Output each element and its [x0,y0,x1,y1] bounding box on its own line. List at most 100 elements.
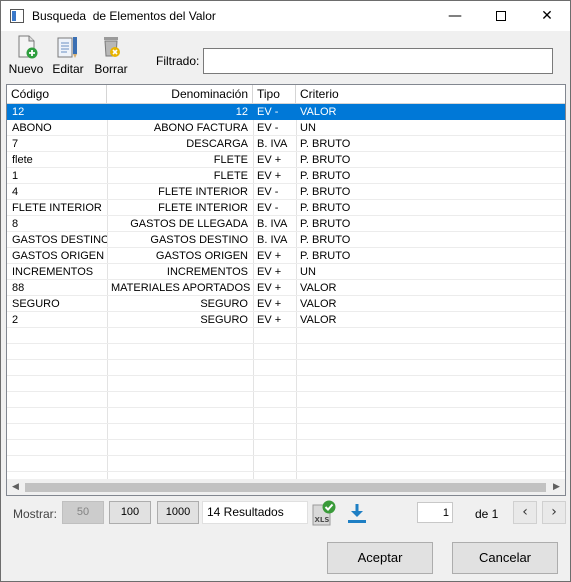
edit-button[interactable]: Editar [50,34,86,76]
page-size-100-button[interactable]: 100 [109,501,151,524]
results-count: 14 Resultados [202,501,308,524]
cell-tipo: B. IVA [257,218,288,230]
table-row[interactable]: 88 MATERIALES APORTADOS EV + VALOR [7,280,565,296]
cell-codigo: GASTOS DESTINO [12,234,107,246]
edit-icon [50,34,86,60]
scrollbar-thumb[interactable] [25,483,546,492]
cell-tipo: EV + [257,170,282,182]
grid-line [7,455,565,456]
accept-button[interactable]: Aceptar [327,542,433,574]
cell-tipo: EV + [257,154,282,166]
cell-denominacion: FLETE [213,170,248,182]
table-row[interactable]: 7 DESCARGA B. IVA P. BRUTO [7,136,565,152]
total-pages-label: de 1 [475,507,499,521]
filter-label: Filtrado: [156,54,200,68]
export-excel-button[interactable]: XLS [311,499,339,526]
cell-criterio: P. BRUTO [300,186,351,198]
column-header-codigo[interactable]: Código [7,85,107,104]
cell-criterio: P. BRUTO [300,170,351,182]
cell-tipo: EV + [257,266,282,278]
new-button[interactable]: Nuevo [6,34,46,76]
table-row[interactable]: FLETE INTERIOR FLETE INTERIOR EV - P. BRUTO [7,200,565,216]
table-row[interactable]: ABONO ABONO FACTURA EV - UN [7,120,565,136]
cell-codigo: ABONO [12,122,52,134]
current-page-input[interactable] [417,502,453,523]
cell-codigo: GASTOS ORIGEN [12,250,105,262]
close-icon: ✕ [541,8,553,24]
maximize-icon [496,11,506,21]
cell-criterio: P. BRUTO [300,154,351,166]
title-bar[interactable]: Busqueda de Elementos del Valor — ✕ [1,1,570,31]
next-page-button[interactable]: › [542,501,566,524]
grid-line [7,391,565,392]
cell-criterio: P. BRUTO [300,138,351,150]
cancel-button[interactable]: Cancelar [452,542,558,574]
page-size-1000-button[interactable]: 1000 [157,501,199,524]
column-header-tipo[interactable]: Tipo [253,85,296,104]
cell-codigo: 12 [12,106,25,118]
cell-denominacion: SEGURO [200,314,248,326]
grid-line [7,407,565,408]
cell-denominacion: INCREMENTOS [166,266,248,278]
column-header-criterio[interactable]: Criterio [296,85,565,104]
grid-line [7,423,565,424]
cell-denominacion: GASTOS DE LLEGADA [130,218,248,230]
cell-codigo: 88 [12,282,25,294]
cell-codigo: 8 [12,218,19,230]
grid-header: Código Denominación Tipo Criterio [7,85,565,104]
previous-page-button[interactable]: ‹ [513,501,537,524]
cell-denominacion: 12 [235,106,248,118]
chevron-right-icon: › [551,504,557,520]
scroll-left-icon[interactable]: ◀ [7,479,24,495]
new-document-icon [6,34,46,60]
maximize-button[interactable] [478,1,524,31]
table-row[interactable]: GASTOS DESTINO GASTOS DESTINO B. IVA P. BRU… [7,232,565,248]
table-row[interactable]: 2 SEGURO EV + VALOR [7,312,565,328]
cell-codigo: 2 [12,314,19,326]
table-row[interactable]: 1 FLETE EV + P. BRUTO [7,168,565,184]
column-header-denominacion[interactable]: Denominación [107,85,253,104]
close-button[interactable]: ✕ [524,1,570,31]
delete-button-label: Borrar [94,62,128,76]
cell-denominacion: FLETE INTERIOR [158,202,248,214]
table-row[interactable]: 8 GASTOS DE LLEGADA B. IVA P. BRUTO [7,216,565,232]
delete-button[interactable]: Borrar [92,34,130,76]
cell-tipo: EV + [257,298,282,310]
cell-denominacion: GASTOS DESTINO [150,234,248,246]
cell-denominacion: FLETE INTERIOR [158,186,248,198]
excel-export-icon: XLS [312,500,336,526]
table-row[interactable]: GASTOS ORIGEN GASTOS ORIGEN EV + P. BRUTO [7,248,565,264]
window-title: Busqueda de Elementos del Valor [32,9,216,23]
page-size-50-button[interactable]: 50 [62,501,104,524]
cell-criterio: VALOR [300,298,337,310]
cell-criterio: UN [300,266,316,278]
trash-icon [92,34,130,60]
cell-codigo: 1 [12,170,19,182]
cell-tipo: EV - [257,202,279,214]
grid-line [7,343,565,344]
table-row[interactable]: 4 FLETE INTERIOR EV - P. BRUTO [7,184,565,200]
chevron-left-icon: ‹ [522,504,528,520]
table-row[interactable]: flete FLETE EV + P. BRUTO [7,152,565,168]
minimize-button[interactable]: — [432,1,478,31]
scroll-right-icon[interactable]: ▶ [548,479,565,495]
cell-codigo: flete [12,154,33,166]
grid-line [7,439,565,440]
filter-input[interactable] [203,48,553,74]
cell-denominacion: DESCARGA [186,138,248,150]
search-dialog: Busqueda de Elementos del Valor — ✕ Nuev… [0,0,571,582]
cell-criterio: VALOR [300,314,337,326]
results-grid[interactable]: Código Denominación Tipo Criterio 12 12 EV… [6,84,566,496]
cell-criterio: P. BRUTO [300,218,351,230]
cell-denominacion: SEGURO [200,298,248,310]
table-row[interactable]: 12 12 EV - VALOR [7,104,565,120]
cell-tipo: EV - [257,122,279,134]
download-icon [348,504,366,523]
horizontal-scrollbar[interactable]: ◀ ▶ [7,479,565,495]
table-row[interactable]: SEGURO SEGURO EV + VALOR [7,296,565,312]
cell-tipo: EV + [257,250,282,262]
new-button-label: Nuevo [8,62,44,76]
table-row[interactable]: INCREMENTOS INCREMENTOS EV + UN [7,264,565,280]
download-button[interactable] [345,501,369,525]
cell-criterio: P. BRUTO [300,250,351,262]
